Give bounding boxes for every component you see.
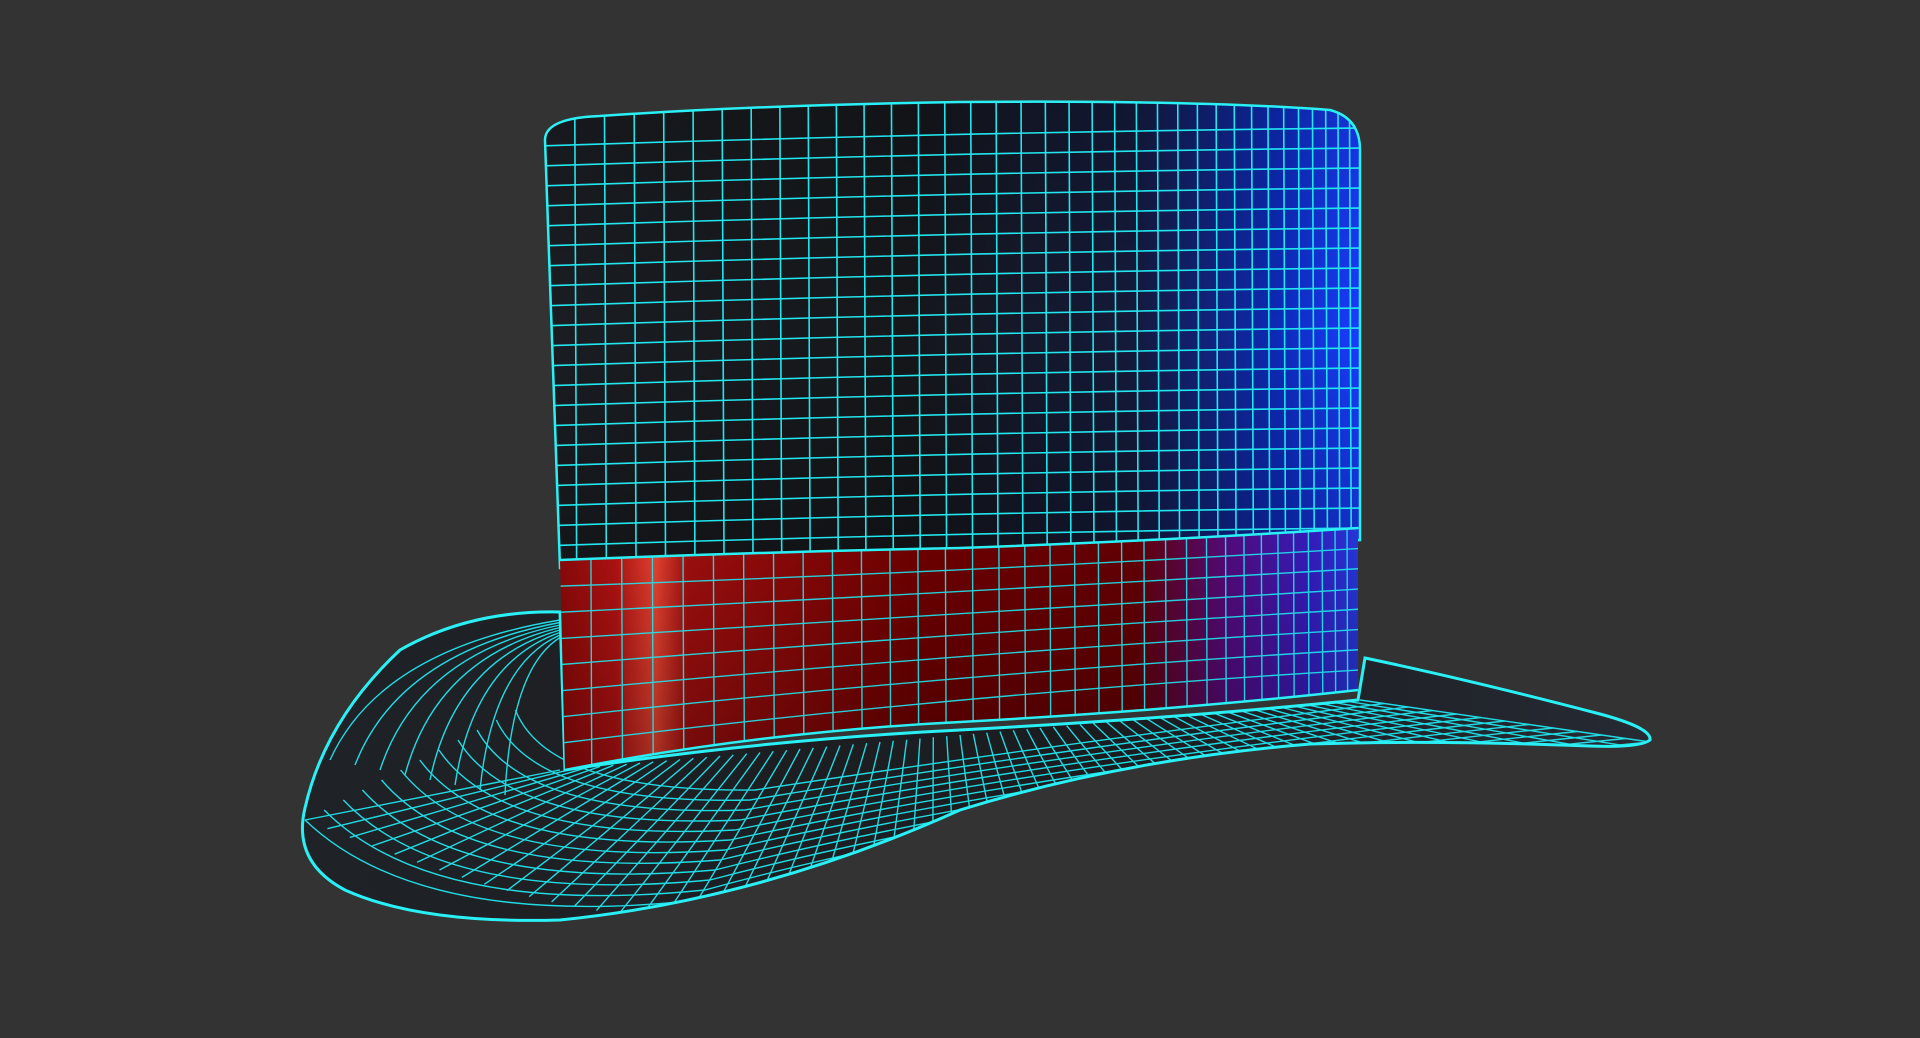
hat-crown xyxy=(543,100,1362,570)
top-hat-wireframe-model xyxy=(300,100,1652,922)
viewport-render xyxy=(0,0,1920,1038)
